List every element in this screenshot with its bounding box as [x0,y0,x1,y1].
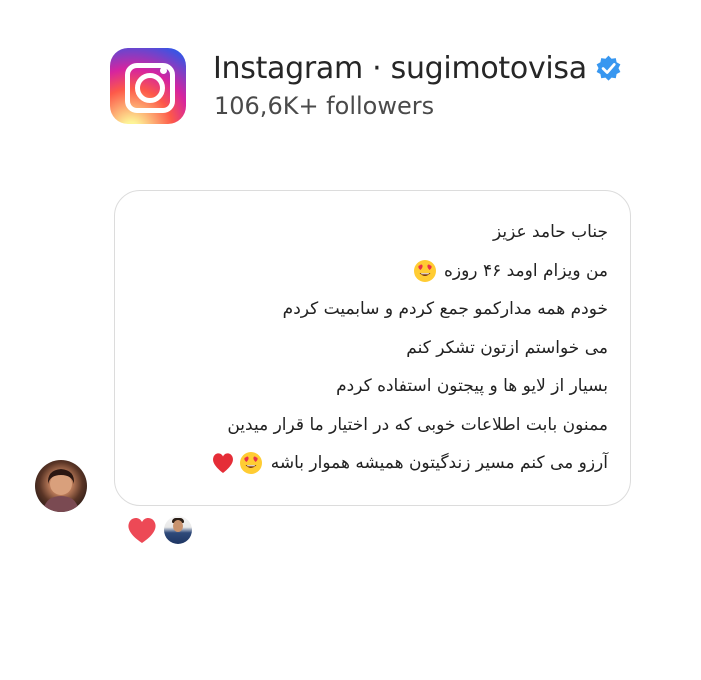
avatar-portrait-icon [43,469,79,512]
heart-eyes-emoji-icon [413,259,436,282]
message-line: آرزو می کنم مسیر زندگیتون همیشه هموار با… [128,444,608,483]
message-line-text: می خواستم ازتون تشکر کنم [406,337,608,358]
reactions-row[interactable] [126,514,192,546]
red-heart-reaction-icon [128,517,156,543]
message-line: خودم همه مدارکمو جمع کردم و سابمیت کردم [128,290,608,329]
sender-avatar[interactable] [35,460,87,512]
instagram-logo-icon[interactable] [110,48,186,124]
profile-header: Instagram · sugimotovisa 106,6K+ followe… [106,44,666,124]
red-heart-emoji-icon [213,453,234,473]
account-title[interactable]: Instagram · sugimotovisa [213,51,587,86]
followers-count: 106,6K+ followers [214,92,435,120]
message-line: جناب حامد عزیز [128,213,608,252]
message-line-text: بسیار از لایو ها و پیجتون استفاده کردم [336,376,608,396]
message-line-text: خودم همه مدارکمو جمع کردم و سابمیت کردم [282,299,608,319]
message-line: بسیار از لایو ها و پیجتون استفاده کردم [128,367,608,406]
heart-eyes-emoji-icon [240,452,263,474]
title-row: Instagram · sugimotovisa [213,48,622,88]
message-line-text: جناب حامد عزیز [493,222,608,242]
verified-badge-icon [596,55,621,81]
message-line: من ویزام اومد ۴۶ روزه [128,252,608,291]
message-line-text: ممنون بابت اطلاعات خوبی که در اختیار ما … [227,414,608,435]
message-lines: جناب حامد عزیز من ویزام اومد ۴۶ روزه خودم… [128,213,608,483]
reactor-avatar[interactable] [164,516,192,544]
message-line: می خواستم ازتون تشکر کنم [128,329,608,368]
message-bubble: جناب حامد عزیز من ویزام اومد ۴۶ روزه خودم… [114,190,631,506]
message-line: ممنون بابت اطلاعات خوبی که در اختیار ما … [128,406,608,445]
message-line-text: آرزو می کنم مسیر زندگیتون همیشه هموار با… [270,453,608,473]
message-line-text: من ویزام اومد ۴۶ روزه [443,260,608,281]
